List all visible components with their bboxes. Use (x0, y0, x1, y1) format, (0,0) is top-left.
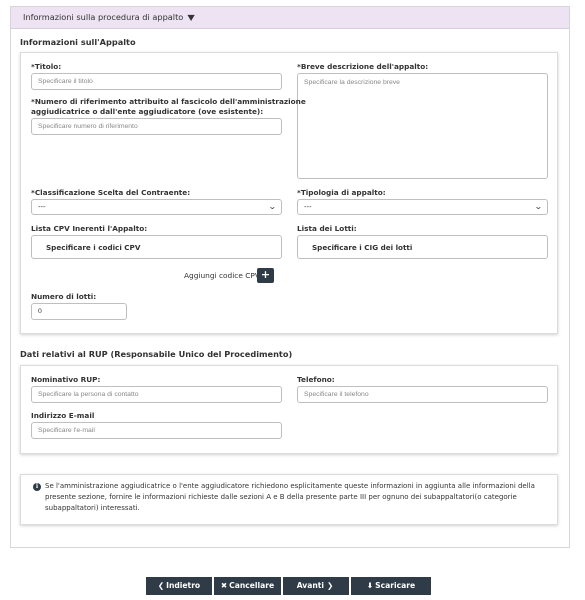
breve-descrizione-textarea[interactable]: Specificare la descrizione breve (297, 73, 548, 179)
email-input[interactable]: Specificare l'e-mail (31, 422, 282, 439)
avanti-button[interactable]: Avanti ❯ (283, 577, 349, 595)
telefono-input[interactable]: Specificare il telefono (297, 386, 548, 403)
info-text-line1: Se l'amministrazione aggiudicatrice o l'… (45, 482, 535, 490)
chevron-down-icon: ▼ (187, 13, 195, 22)
numero-lotti-input[interactable]: 0 (31, 303, 127, 320)
info-text-line2: presente sezione, fornire le informazion… (45, 493, 517, 501)
titolo-input[interactable]: Specificare il titolo (31, 73, 282, 90)
indietro-label: Indietro (166, 581, 201, 590)
nominativo-input[interactable]: Specificare la persona di contatto (31, 386, 282, 403)
telefono-label: Telefono: (297, 375, 335, 384)
numero-riferimento-label-line2: aggiudicatrice o dall'ente aggiudicatore… (31, 107, 264, 116)
info-text-line3: subappaltatori) interessati. (45, 504, 140, 512)
cancellare-label: Cancellare (229, 581, 275, 590)
scaricare-button[interactable]: ⬇ Scaricare (351, 577, 431, 595)
scaricare-label: Scaricare (375, 581, 416, 590)
indietro-button[interactable]: ❮ Indietro (146, 577, 212, 595)
chevron-down-icon: ⌄ (268, 202, 278, 211)
numero-riferimento-input[interactable]: Specificare numero di riferimento (31, 118, 282, 135)
titolo-label: *Titolo: (31, 62, 62, 71)
info-icon: i (33, 483, 41, 491)
lista-lotti-label: Lista dei Lotti: (297, 224, 357, 233)
lista-cpv-box[interactable]: Specificare i codici CPV (31, 235, 282, 259)
accordion-title: Informazioni sulla procedura di appalto (23, 12, 184, 22)
circle-arrow-left-icon: ❮ (157, 581, 165, 590)
chevron-down-icon: ⌄ (534, 202, 544, 211)
tipologia-select[interactable]: --- ⌄ (297, 199, 548, 215)
accordion-header[interactable]: Informazioni sulla procedura di appalto … (11, 7, 569, 29)
tipologia-label: *Tipologia di appalto: (297, 188, 386, 197)
classificazione-label: *Classificazione Scelta del Contraente: (31, 188, 191, 197)
email-label: Indirizzo E-mail (31, 411, 95, 420)
numero-lotti-label: Numero di lotti: (31, 292, 97, 301)
aggiungi-cpv-label: Aggiungi codice CPV (184, 271, 260, 280)
lista-cpv-label: Lista CPV Inerenti l'Appalto: (31, 224, 148, 233)
download-icon: ⬇ (366, 581, 374, 590)
nominativo-label: Nominativo RUP: (31, 375, 101, 384)
numero-riferimento-label-line1: *Numero di riferimento attribuito al fas… (31, 97, 306, 106)
add-cpv-button[interactable]: + (257, 268, 274, 283)
circle-arrow-right-icon: ❯ (327, 581, 334, 590)
lista-lotti-box[interactable]: Specificare i CIG dei lotti (297, 235, 548, 259)
breve-descrizione-label: *Breve descrizione dell'appalto: (297, 62, 429, 71)
rup-section-title: Dati relativi al RUP (Responsabile Unico… (20, 349, 293, 359)
tipologia-value: --- (304, 203, 312, 211)
classificazione-select[interactable]: --- ⌄ (31, 199, 282, 215)
classificazione-value: --- (38, 203, 46, 211)
appalto-section-title: Informazioni sull'Appalto (20, 37, 136, 47)
avanti-label: Avanti (296, 581, 325, 590)
cancellare-button[interactable]: ✖ Cancellare (214, 577, 281, 595)
circle-x-icon: ✖ (220, 581, 228, 590)
rup-panel (20, 365, 558, 454)
